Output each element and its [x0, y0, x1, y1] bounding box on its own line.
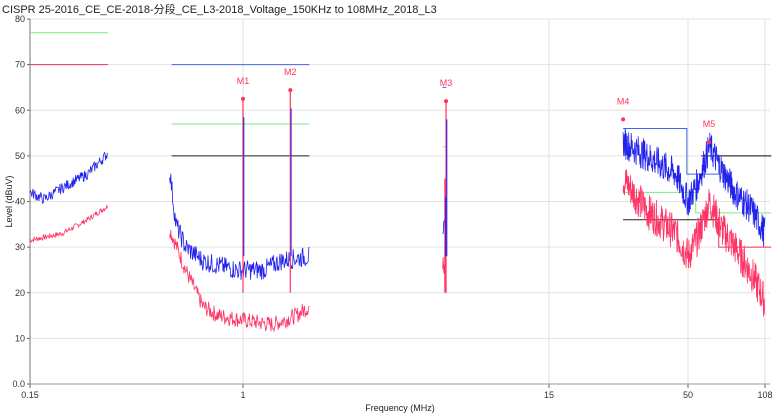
- y-tick-label: 80: [15, 14, 25, 24]
- trace-average: [29, 205, 108, 244]
- trace-peak: [169, 173, 310, 280]
- marker-point: [241, 96, 245, 101]
- y-tick-label: 60: [15, 105, 25, 115]
- trace-peak: [622, 128, 766, 247]
- trace-peak: [29, 151, 108, 204]
- trace-average: [169, 229, 310, 332]
- marker-point: [288, 88, 293, 93]
- marker-point: [621, 117, 626, 122]
- y-axis-label: Level (dBuV): [4, 175, 14, 227]
- marker-label: M1: [237, 76, 250, 86]
- y-tick-label: 40: [15, 197, 25, 207]
- x-tick-label: 108: [757, 390, 772, 400]
- x-tick-label: 50: [683, 390, 693, 400]
- emission-chart: 0.0 10 20 30 40 50 60 70 80 0.15 1 15 50 108 Frequency…: [4, 14, 773, 413]
- y-tick-label: 20: [15, 288, 25, 298]
- marker-label: M3: [440, 78, 453, 88]
- y-tick-label: 0.0: [12, 379, 25, 389]
- y-tick-label: 50: [15, 151, 25, 161]
- marker-label: M5: [703, 119, 716, 129]
- marker-label: M2: [284, 67, 297, 77]
- marker-point: [707, 140, 712, 145]
- x-tick-label: 15: [544, 390, 554, 400]
- y-tick-label: 30: [15, 242, 25, 252]
- marker-label: M4: [617, 96, 630, 106]
- marker-point: [444, 99, 449, 104]
- x-axis-label: Frequency (MHz): [365, 403, 435, 413]
- y-tick-label: 70: [15, 60, 25, 70]
- x-tick-label: 1: [240, 390, 245, 400]
- y-tick-label: 10: [15, 333, 25, 343]
- x-tick-label: 0.15: [21, 390, 39, 400]
